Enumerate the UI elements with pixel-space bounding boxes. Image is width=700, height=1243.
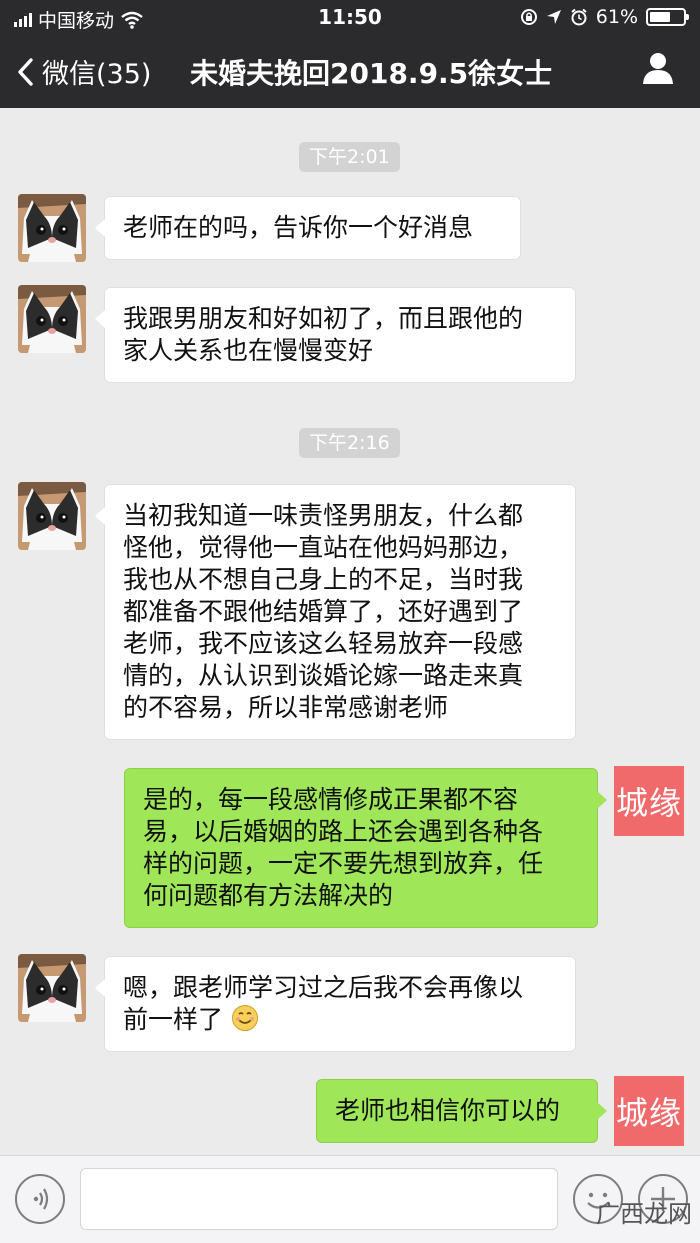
message-line: 嗯，跟老师学习过之后我不会再像以 — [123, 973, 524, 1002]
watermark-text: 广西龙网 — [596, 1200, 692, 1228]
cat-avatar-icon — [18, 194, 86, 262]
timestamp: 下午2:16 — [299, 428, 400, 458]
message-line: 样的问题，一定不要先想到放弃，任 — [143, 849, 544, 878]
message-line: 前一样了 — [123, 1005, 224, 1034]
smiley-emoji-icon — [231, 1005, 258, 1031]
message-bubble-incoming[interactable]: 当初我知道一味责怪男朋友，什么都 怪他，觉得他一直站在他妈妈那边， 我也从不想自… — [95, 484, 576, 740]
cat-avatar-icon — [18, 482, 86, 550]
message-line: 何问题都有方法解决的 — [143, 881, 394, 910]
avatar[interactable] — [18, 285, 86, 353]
back-label: 微信(35) — [42, 59, 152, 90]
message-line: 当初我知道一味责怪男朋友，什么都 — [123, 501, 524, 530]
status-right: 61% — [520, 6, 689, 28]
message-bubble-incoming[interactable]: 老师在的吗，告诉你一个好消息 — [95, 196, 521, 260]
battery-percent: 61% — [595, 6, 638, 28]
voice-button[interactable] — [15, 1174, 65, 1224]
message-line: 我也从不想自己身上的不足，当时我 — [123, 565, 524, 594]
nav-bar: 微信(35) 未婚夫挽回2018.9.5徐女士 — [0, 36, 700, 108]
cat-avatar-icon — [18, 954, 86, 1022]
message-line: 易，以后婚姻的路上还会遇到各种各 — [143, 817, 544, 846]
location-icon — [546, 10, 561, 24]
message-bubble-incoming[interactable]: 我跟男朋友和好如初了，而且跟他的 家人关系也在慢慢变好 — [95, 287, 576, 383]
avatar[interactable] — [18, 194, 86, 262]
person-icon — [643, 53, 673, 84]
message-line: 是的，每一段感情修成正果都不容 — [143, 785, 519, 814]
status-bar: 中国移动 11:50 61% — [0, 0, 700, 36]
message-line: 的不容易，所以非常感谢老师 — [123, 693, 449, 722]
message-line: 我跟男朋友和好如初了，而且跟他的 — [123, 304, 524, 333]
message-input[interactable] — [80, 1168, 558, 1230]
sender-logo[interactable]: 城缘 — [614, 1076, 684, 1146]
timestamp: 下午2:01 — [299, 142, 400, 172]
cat-avatar-icon — [18, 285, 86, 353]
alarm-icon — [571, 8, 587, 26]
watermark: 广西龙网 — [596, 1194, 692, 1229]
chat-title: 未婚夫挽回2018.9.5徐女士 — [190, 57, 553, 90]
sender-logo-text: 城缘 — [615, 1094, 682, 1132]
rotation-lock-icon — [520, 9, 537, 25]
message-line: 家人关系也在慢慢变好 — [123, 336, 374, 365]
message-line: 怪他，觉得他一直站在他妈妈那边， — [123, 533, 524, 562]
sender-logo[interactable]: 城缘 — [614, 766, 684, 836]
input-bar: 广西龙网 — [0, 1155, 700, 1243]
message-bubble-outgoing[interactable]: 老师也相信你可以的 — [316, 1079, 607, 1143]
message-line: 老师也相信你可以的 — [335, 1096, 561, 1125]
message-line: 老师在的吗，告诉你一个好消息 — [123, 213, 474, 242]
message-line: 都准备不跟他结婚算了，还好遇到了 — [123, 597, 524, 626]
avatar[interactable] — [18, 954, 86, 1022]
battery-icon — [646, 8, 689, 26]
avatar[interactable] — [18, 482, 86, 550]
sender-logo-text: 城缘 — [615, 784, 682, 822]
battery-fill — [650, 12, 670, 22]
back-button[interactable]: 微信(35) — [16, 52, 151, 91]
message-line-wrap: 前一样了 — [123, 1004, 557, 1036]
message-line: 情的，从认识到谈婚论嫁一路走来真 — [123, 661, 524, 690]
profile-button[interactable] — [640, 50, 676, 90]
message-line: 老师，我不应该这么轻易放弃一段感 — [123, 629, 524, 658]
chat-area[interactable]: 下午2:01 老师在的吗，告诉你一个好消息 我跟男朋友和好如初了，而且跟他的 家… — [0, 108, 700, 1155]
message-bubble-outgoing[interactable]: 是的，每一段感情修成正果都不容 易，以后婚姻的路上还会遇到各种各 样的问题，一定… — [124, 768, 607, 928]
message-bubble-incoming[interactable]: 嗯，跟老师学习过之后我不会再像以 前一样了 — [95, 956, 576, 1052]
voice-icon — [33, 1188, 49, 1210]
chevron-left-icon — [18, 57, 33, 86]
